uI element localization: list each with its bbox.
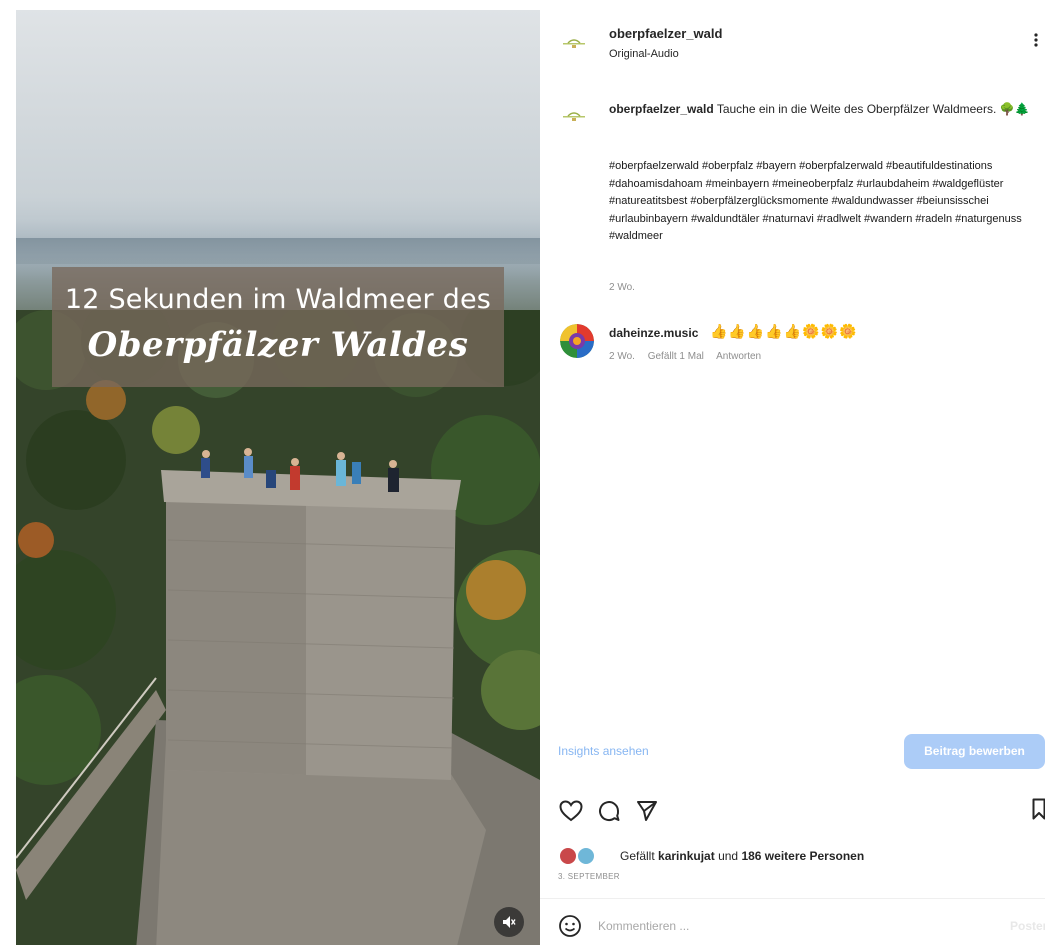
liker-avatars[interactable] [558, 846, 610, 866]
logo-icon [563, 39, 585, 48]
more-options-icon-glyph [1034, 33, 1038, 47]
heart-icon[interactable] [558, 798, 584, 824]
caption-hashtags[interactable]: #oberpfaelzerwald #oberpfalz #bayern #ob… [609, 158, 1045, 246]
audio-label[interactable]: Original-Audio [609, 48, 679, 60]
emoji-icon-glyph [559, 915, 581, 937]
caption-username[interactable]: oberpfaelzer_wald [609, 102, 714, 116]
logo-icon [563, 112, 585, 121]
comment-meta: 2 Wo. Gefällt 1 Mal Antworten [609, 351, 771, 362]
comment-age: 2 Wo. [609, 351, 635, 362]
boost-post-button[interactable]: Beitrag bewerben [904, 734, 1045, 769]
bookmark-icon[interactable] [1032, 798, 1045, 824]
caption-body: Tauche ein in die Weite des Oberpfälzer … [716, 102, 1030, 116]
likes-middle: und [718, 849, 739, 863]
caption-text: oberpfaelzer_wald Tauche ein in die Weit… [609, 101, 1034, 118]
more-options-icon[interactable] [1034, 32, 1045, 52]
share-icon[interactable] [634, 798, 660, 824]
likes-user[interactable]: karinkujat [658, 849, 715, 863]
commenter-avatar[interactable] [560, 324, 594, 358]
account-avatar[interactable] [560, 30, 588, 58]
share-icon-glyph [637, 801, 657, 821]
distant-ridge [16, 238, 540, 264]
likes-prefix: Gefällt [620, 849, 655, 863]
speaker-muted-icon-glyph [503, 916, 516, 928]
comment-icon[interactable] [596, 798, 622, 824]
forest-and-tower-illustration [16, 310, 540, 945]
post-date: 3. SEPTEMBER [558, 872, 620, 881]
liker-avatar [558, 846, 578, 866]
divider [540, 898, 1045, 899]
emoji-icon[interactable] [558, 914, 582, 938]
add-comment-row: Posten [558, 910, 1045, 940]
account-username[interactable]: oberpfaelzer_wald [609, 26, 722, 41]
comment-input[interactable] [598, 914, 978, 938]
caption-avatar[interactable] [560, 103, 588, 131]
comment-reply-button[interactable]: Antworten [716, 351, 761, 362]
caption-age: 2 Wo. [609, 282, 635, 293]
overlay-line1: 12 Sekunden im Waldmeer des [64, 284, 492, 315]
reel-video[interactable]: 12 Sekunden im Waldmeer des Oberpfälzer … [16, 10, 540, 945]
insights-link[interactable]: Insights ansehen [558, 744, 649, 758]
comment-icon-glyph [599, 801, 620, 822]
overlay-line2: Oberpfälzer Waldes [87, 325, 469, 365]
speaker-muted-icon[interactable] [494, 907, 524, 937]
likes-count[interactable]: 186 weitere Personen [741, 849, 864, 863]
likes-text[interactable]: Gefällt karinkujat und 186 weitere Perso… [620, 849, 864, 863]
comment-text: 👍👍👍👍👍🌼🌼🌼 [710, 323, 858, 339]
bookmark-icon-glyph [1032, 798, 1045, 820]
post-comment-button[interactable]: Posten [1010, 919, 1045, 933]
heart-icon-glyph [559, 800, 583, 822]
post-details-panel: oberpfaelzer_wald Original-Audio oberpfa… [540, 10, 1045, 945]
commenter-avatar-image [560, 324, 594, 358]
commenter-username[interactable]: daheinze.music [609, 326, 698, 340]
liker-avatar [576, 846, 596, 866]
title-overlay: 12 Sekunden im Waldmeer des Oberpfälzer … [52, 267, 504, 387]
comment-likes[interactable]: Gefällt 1 Mal [648, 351, 704, 362]
